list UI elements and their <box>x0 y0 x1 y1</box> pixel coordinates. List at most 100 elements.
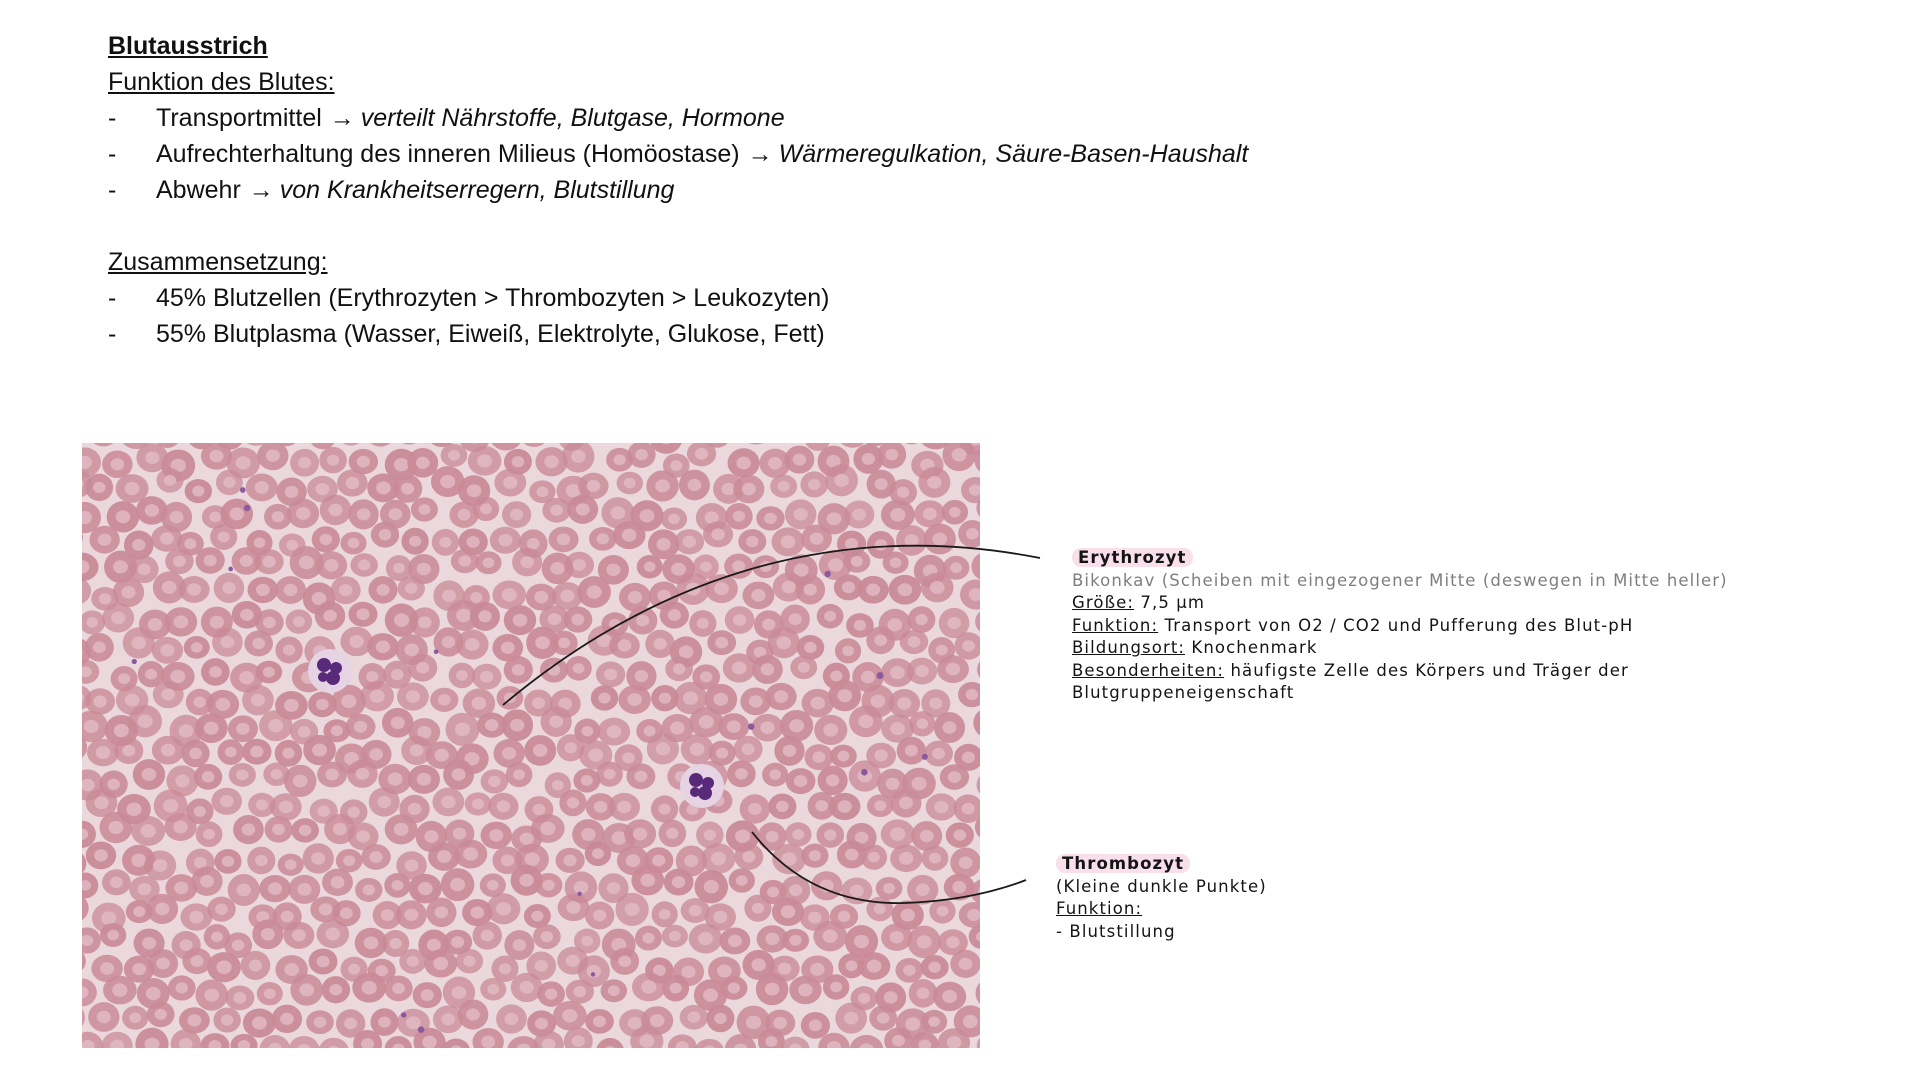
erythrocyte <box>727 448 760 478</box>
erythrocyte <box>584 841 612 867</box>
erythrocyte <box>194 713 228 743</box>
erythrocyte <box>770 474 798 498</box>
erythrocyte <box>958 520 980 548</box>
erythrocyte <box>181 739 210 768</box>
erythrocyte <box>122 1005 149 1030</box>
erythrocyte <box>857 952 891 980</box>
erythrocyte <box>112 577 145 608</box>
platelet <box>876 672 884 680</box>
bullet-dash: - <box>108 320 117 348</box>
function-value: Transport von O2 / CO2 und Pufferung des… <box>1164 615 1634 635</box>
erythrocyte <box>765 682 797 711</box>
erythrocyte <box>880 819 915 849</box>
function-item-transport: - Transportmittel → verteilt Nährstoffe,… <box>108 100 1248 136</box>
erythrocyte <box>646 470 679 502</box>
erythrocyte <box>627 606 658 635</box>
erythrocyte <box>471 663 502 690</box>
function-label: Funktion: <box>1072 615 1159 635</box>
erythrocyte <box>242 738 272 765</box>
erythrocyte <box>384 1035 413 1048</box>
erythrocyte <box>472 1028 504 1048</box>
erythrocyte <box>255 660 283 684</box>
erythrocyte <box>727 760 756 788</box>
composition-text: 45% Blutzellen (Erythrozyten > Thrombozy… <box>156 284 830 312</box>
erythrocyte <box>82 552 99 582</box>
erythrocyte <box>233 815 264 845</box>
erythrocyte <box>395 900 427 930</box>
erythrocyte <box>550 630 578 656</box>
erythrocyte <box>264 816 293 843</box>
erythrocyte <box>454 839 488 869</box>
erythrocyte <box>367 633 399 661</box>
erythrocyte <box>164 607 198 637</box>
erythrocyte <box>937 655 969 684</box>
erythrocyte <box>247 576 279 604</box>
erythrocyte <box>914 500 946 528</box>
erythrocyte <box>548 526 579 553</box>
erythrocyte <box>971 553 980 580</box>
erythrocyte <box>384 975 413 1002</box>
erythrocyte <box>191 866 223 896</box>
erythrocyte <box>244 630 273 657</box>
erythrocyte <box>144 850 177 881</box>
erythrocyte <box>707 630 737 656</box>
erythrocyte <box>407 764 441 794</box>
erythrocyte <box>866 896 894 922</box>
erythrocyte <box>667 1034 697 1048</box>
erythrocyte <box>881 923 913 951</box>
erythrocyte <box>480 821 512 850</box>
erythrocyte <box>724 553 754 579</box>
erythrocyte <box>896 736 927 765</box>
erythrocyte <box>456 629 489 660</box>
platelet <box>590 972 596 977</box>
erythrocyte <box>907 874 939 905</box>
erythrocyte <box>443 759 475 790</box>
platelet <box>417 1026 425 1033</box>
erythrocyte <box>347 759 378 788</box>
erythrocyte <box>480 977 507 1001</box>
erythrocyte <box>555 847 585 873</box>
erythrocyte <box>689 610 717 637</box>
erythrocyte <box>771 527 805 557</box>
erythrocyte <box>291 818 319 843</box>
erythrocyte <box>306 1010 334 1035</box>
function-detail: Wärmeregulkation, Säure-Basen-Haushalt <box>778 140 1249 168</box>
erythrocyte <box>849 705 883 738</box>
erythrocyte <box>102 603 135 633</box>
erythrocyte <box>227 715 258 743</box>
erythrocyte <box>128 705 162 738</box>
erythrocyte <box>442 1038 470 1048</box>
erythrocyte <box>906 657 938 685</box>
erythrocyte <box>557 893 590 922</box>
function-item-defense: - Abwehr → von Krankheitserregern, Bluts… <box>108 172 1248 208</box>
erythrocyte <box>866 626 896 655</box>
erythrocyte <box>751 713 784 742</box>
erythrocyte <box>752 555 780 579</box>
erythrocyte <box>790 655 818 680</box>
platelet <box>239 487 246 493</box>
erythrocyte <box>135 1027 169 1048</box>
size-value: 7,5 µm <box>1140 593 1206 612</box>
erythrocyte <box>247 846 276 875</box>
erythrocyte <box>432 787 465 817</box>
erythrocyte <box>616 471 643 495</box>
erythrocyte <box>552 1001 587 1031</box>
erythrocyte <box>211 627 243 657</box>
erythrocyte <box>321 976 351 1004</box>
erythrocyte <box>610 947 640 975</box>
erythrocyte-label: Erythrozyt <box>1072 548 1193 567</box>
erythrocyte <box>319 494 352 526</box>
erythrocyte <box>210 523 238 550</box>
erythrocyte <box>151 525 183 552</box>
erythrocyte <box>215 469 243 496</box>
erythrocyte <box>368 576 398 604</box>
erythrocyte <box>789 975 822 1005</box>
erythrocyte <box>360 681 394 712</box>
erythrocyte <box>748 443 764 445</box>
erythrocyte <box>890 844 923 873</box>
erythrocyte <box>615 892 649 926</box>
erythrocyte <box>816 822 845 848</box>
erythrocyte <box>960 579 980 610</box>
function-term: Transportmittel <box>156 104 322 132</box>
erythrocyte <box>355 877 383 902</box>
